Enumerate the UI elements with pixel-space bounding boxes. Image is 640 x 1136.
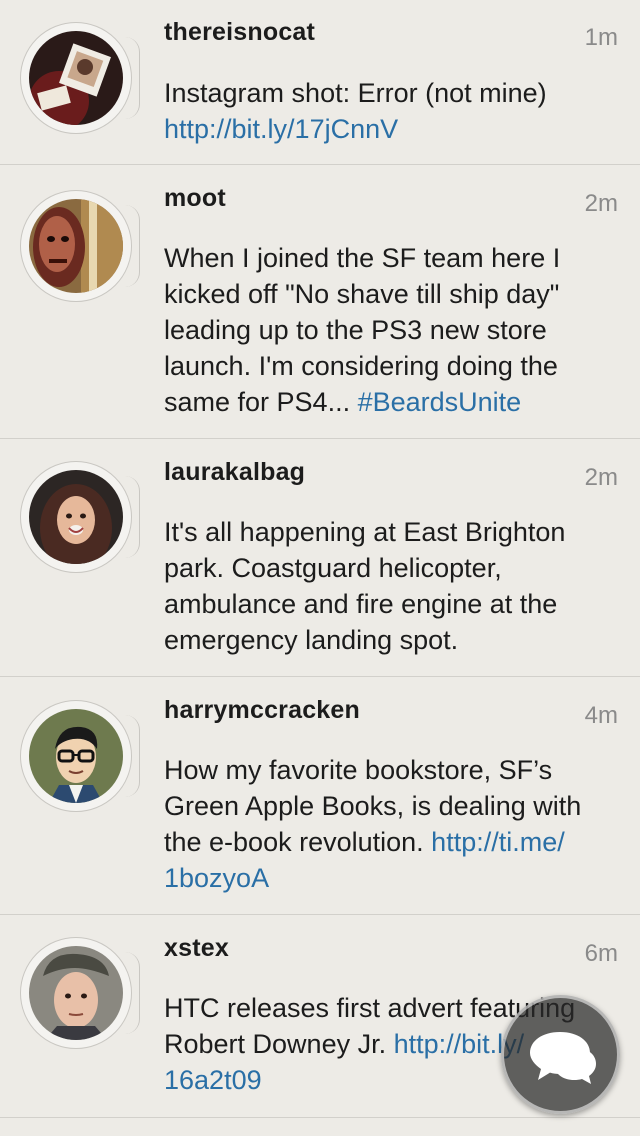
tweet-text-line: How my favorite bookstore, SF’s — [164, 755, 553, 785]
tweet-text-line: When I joined the SF team here I — [164, 243, 561, 273]
tweet-text-line: It's all happening at East Brighton — [164, 517, 566, 547]
timeline: thereisnocat 1m Instagram shot: Error (n… — [0, 0, 640, 1136]
tweet-username[interactable]: xstex — [164, 934, 229, 963]
tweet-text-line: ambulance and fire engine at the — [164, 589, 558, 619]
tweet-timestamp: 2m — [584, 190, 618, 217]
tweet-text-line: kicked off "No shave till ship day" — [164, 279, 560, 309]
tweet-text-line: Green Apple Books, is dealing with — [164, 791, 582, 821]
tweet-text-line: launch. I'm considering doing the — [164, 351, 558, 381]
tweet-text: Instagram shot: Error (not mine) http://… — [164, 75, 614, 147]
tweet-username[interactable]: thereisnocat — [164, 18, 315, 47]
tweet-text-line: the e-book revolution. — [164, 827, 432, 857]
tweet-text-line: same for PS4... — [164, 387, 358, 417]
tweet-username[interactable]: harrymccracken — [164, 696, 360, 725]
compose-button[interactable] — [501, 995, 620, 1114]
tweet-text-line: Instagram shot: Error (not mine) — [164, 78, 547, 108]
tweet-timestamp: 2m — [584, 464, 618, 491]
tweet-text: How my favorite bookstore, SF’s Green Ap… — [164, 752, 614, 896]
avatar[interactable] — [20, 22, 140, 134]
tweet-hashtag[interactable]: #BeardsUnite — [358, 387, 522, 417]
tweet-item[interactable]: thereisnocat 1m Instagram shot: Error (n… — [0, 0, 640, 165]
avatar-image-laurakalbag — [29, 470, 123, 564]
avatar-image-moot — [29, 199, 123, 293]
tweet-text-line: leading up to the PS3 new store — [164, 315, 547, 345]
tweet-link[interactable]: http://ti.me/ — [431, 827, 565, 857]
chat-bubbles-icon — [530, 1032, 596, 1084]
tweet-text: It's all happening at East Brighton park… — [164, 514, 614, 658]
tweet-link[interactable]: http://bit.ly/17jCnnV — [164, 114, 398, 144]
avatar[interactable] — [20, 700, 140, 812]
tweet-item[interactable]: moot 2m When I joined the SF team here I… — [0, 165, 640, 439]
avatar-image-xstex — [29, 946, 123, 1040]
tweet-text-line: Robert Downey Jr. — [164, 1029, 394, 1059]
avatar-image-harrymccracken — [29, 709, 123, 803]
avatar[interactable] — [20, 937, 140, 1049]
tweet-timestamp: 6m — [584, 940, 618, 967]
avatar-image-thereisnocat — [29, 31, 123, 125]
tweet-username[interactable]: moot — [164, 184, 226, 213]
avatar[interactable] — [20, 461, 140, 573]
tweet-item[interactable]: laurakalbag 2m It's all happening at Eas… — [0, 439, 640, 677]
tweet-text: When I joined the SF team here I kicked … — [164, 240, 614, 420]
tweet-text-line: park. Coastguard helicopter, — [164, 553, 502, 583]
tweet-item[interactable]: harrymccracken 4m How my favorite bookst… — [0, 677, 640, 915]
tweet-timestamp: 4m — [584, 702, 618, 729]
tweet-username[interactable]: laurakalbag — [164, 458, 305, 487]
tweet-link-continued[interactable]: 1bozyoA — [164, 863, 269, 893]
tweet-timestamp: 1m — [584, 24, 618, 51]
tweet-text-line: emergency landing spot. — [164, 625, 459, 655]
avatar[interactable] — [20, 190, 140, 302]
tweet-link-continued[interactable]: 16a2t09 — [164, 1065, 262, 1095]
